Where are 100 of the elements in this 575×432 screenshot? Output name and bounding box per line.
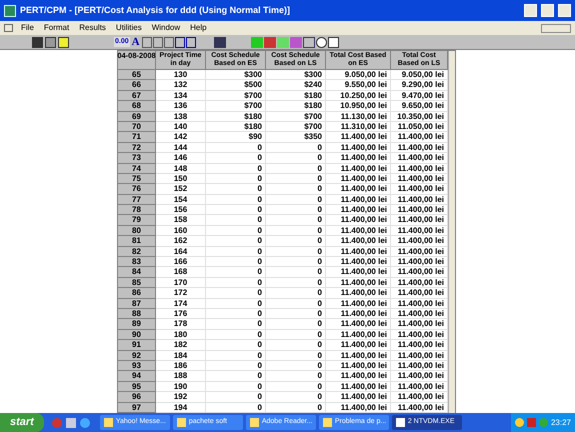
row-header: 68 [118, 101, 156, 112]
table-cell: 0 [206, 371, 266, 382]
table-cell: 11.400,00 lei [326, 257, 391, 268]
table-cell: 176 [156, 308, 206, 320]
table-cell: 136 [156, 101, 206, 112]
table-cell: 0 [266, 288, 326, 299]
table-cell: 0 [206, 267, 266, 278]
table-cell: 0 [266, 184, 326, 195]
row-header: 92 [118, 350, 156, 361]
table-cell: 11.400,00 lei [326, 371, 391, 382]
row-header: 66 [118, 80, 156, 91]
table-cell: 0 [266, 205, 326, 216]
app-icon [396, 418, 405, 427]
table-cell: $180 [266, 90, 326, 102]
menu-item[interactable]: Help [190, 22, 207, 34]
app-icon [322, 418, 332, 427]
table-cell: 0 [266, 142, 326, 154]
table-cell: 0 [206, 153, 266, 164]
table-cell: 0 [266, 392, 326, 402]
row-header: 76 [118, 184, 156, 195]
table-cell: 0 [206, 340, 266, 351]
table-cell: $180 [206, 122, 266, 132]
table-cell: 0 [206, 278, 266, 288]
table-cell: 11.400,00 lei [326, 330, 391, 340]
table-cell: $350 [266, 132, 326, 143]
row-header: 91 [118, 340, 156, 351]
table-cell: 174 [156, 298, 206, 309]
table-cell: 0 [206, 382, 266, 392]
table-cell: 0 [206, 184, 266, 195]
table-cell: 11.400,00 lei [326, 205, 391, 216]
row-header: 82 [118, 246, 156, 258]
row-header: 75 [118, 174, 156, 184]
table-cell: 11.400,00 lei [326, 184, 391, 195]
row-header: 70 [118, 122, 156, 132]
table-cell: 0 [206, 205, 266, 216]
row-header: 90 [118, 330, 156, 340]
font-button[interactable]: A [130, 36, 141, 48]
menu-item[interactable]: Format [44, 22, 70, 34]
table-cell: 0 [206, 288, 266, 299]
table-cell: 11.400,00 lei [326, 174, 391, 184]
table-cell: 0 [206, 194, 266, 206]
table-cell: 0 [206, 215, 266, 226]
window-title: PERT/CPM - [PERT/Cost Analysis for ddd (Using Normal Time)] [20, 4, 292, 17]
table-cell: 11.400,00 lei [326, 288, 391, 299]
table-cell: 178 [156, 319, 206, 330]
table-cell: 0 [266, 246, 326, 258]
scrollbar[interactable] [448, 51, 455, 413]
row-header: 95 [118, 382, 156, 392]
table-cell: 11.400,00 lei [326, 153, 391, 164]
table-cell: 158 [156, 215, 206, 226]
table-cell: 11.400,00 lei [326, 350, 391, 361]
table-cell: 0 [206, 360, 266, 372]
row-header: 86 [118, 288, 156, 299]
table-cell: 11.400,00 lei [326, 392, 391, 402]
menu-item[interactable]: Window [152, 22, 180, 34]
start-button[interactable]: start [0, 413, 44, 432]
table-cell: 0 [266, 319, 326, 330]
row-header: 67 [118, 90, 156, 102]
table-cell: 0 [266, 226, 326, 236]
table-cell: 184 [156, 350, 206, 361]
table-cell: 134 [156, 90, 206, 102]
table-cell: 0 [206, 226, 266, 236]
table-cell: 164 [156, 246, 206, 258]
row-header: 83 [118, 257, 156, 268]
table-cell: 150 [156, 174, 206, 184]
row-header: 88 [118, 308, 156, 320]
table-cell: 0 [266, 330, 326, 340]
table-cell: 0 [206, 236, 266, 247]
menu-item[interactable]: Results [79, 22, 106, 34]
table-cell: 0 [206, 164, 266, 174]
menu-item[interactable]: Utilities [116, 22, 142, 34]
row-header: 87 [118, 298, 156, 309]
row-header: 80 [118, 226, 156, 236]
table-cell: 168 [156, 267, 206, 278]
table-cell: 152 [156, 184, 206, 195]
table-cell: 0 [266, 350, 326, 361]
table-cell: 0 [266, 236, 326, 247]
table-cell: 144 [156, 142, 206, 154]
table-cell: 11.400,00 lei [326, 236, 391, 247]
table-cell: 170 [156, 278, 206, 288]
table-cell: 0 [266, 360, 326, 372]
table-cell: 0 [206, 350, 266, 361]
table-cell: $240 [266, 80, 326, 91]
table-cell: $90 [206, 132, 266, 143]
menu-item[interactable]: File [21, 22, 34, 34]
table-cell: 0 [266, 194, 326, 206]
app-icon [176, 418, 186, 427]
table-cell: 0 [266, 164, 326, 174]
table-cell: 0 [206, 257, 266, 268]
table-cell: 11.400,00 lei [326, 246, 391, 258]
table-cell: 10.950,00 lei [326, 101, 391, 112]
table-cell: 0 [266, 382, 326, 392]
table-cell: 11.400,00 lei [326, 194, 391, 206]
table-cell: $700 [266, 122, 326, 132]
table-cell: 0 [266, 278, 326, 288]
row-header: 73 [118, 153, 156, 164]
table-cell: 188 [156, 371, 206, 382]
table-cell: 11.400,00 lei [326, 278, 391, 288]
app-icon [4, 4, 16, 16]
table-cell: 11.310,00 lei [326, 122, 391, 132]
